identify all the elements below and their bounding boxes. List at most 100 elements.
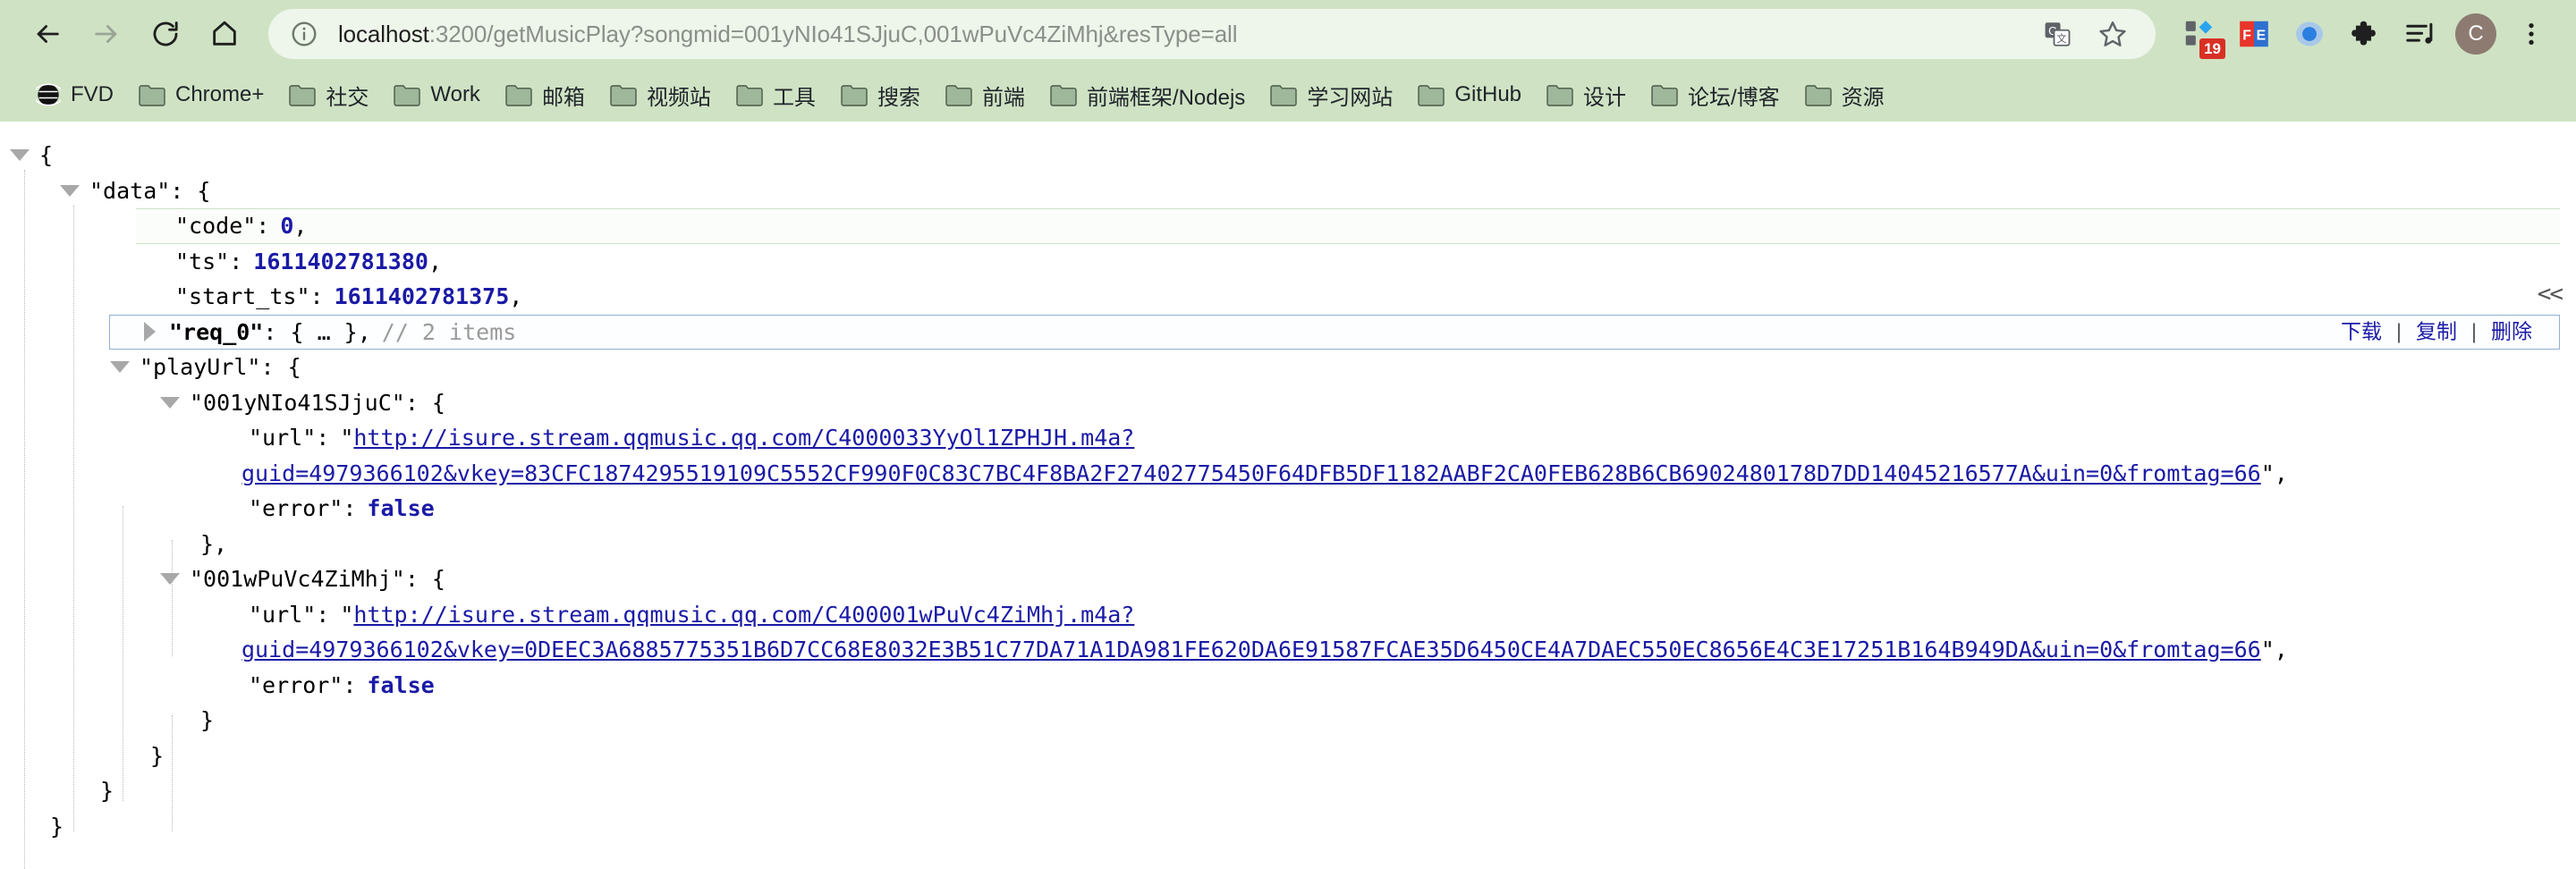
bookmark-folder-resources[interactable]: 资源 bbox=[1792, 73, 1897, 116]
folder-icon bbox=[1418, 83, 1445, 106]
json-comma: , bbox=[428, 248, 442, 274]
json-row-song-1: "001wPuVc4ZiMhj": { bbox=[0, 561, 2576, 597]
bookmark-folder-social[interactable]: 社交 bbox=[276, 73, 381, 116]
json-row-ts: "ts": 1611402781380 , bbox=[0, 244, 2576, 280]
svg-text:F: F bbox=[2242, 28, 2251, 43]
folder-icon bbox=[1651, 83, 1678, 106]
url-link-0-part1[interactable]: http://isure.stream.qqmusic.qq.com/C4000… bbox=[353, 420, 1134, 456]
address-bar[interactable]: localhost:3200/getMusicPlay?songmid=001y… bbox=[268, 9, 2156, 59]
bookmark-folder-chrome-plus[interactable]: Chrome+ bbox=[126, 73, 276, 116]
json-comma: , bbox=[509, 283, 523, 309]
url-link-1-part1[interactable]: http://isure.stream.qqmusic.qq.com/C4000… bbox=[353, 597, 1134, 633]
json-row-url-0-line2: guid=4979366102&vkey=83CFC1874295519109C… bbox=[0, 456, 2576, 492]
back-arrow-icon bbox=[32, 19, 63, 49]
svg-text:E: E bbox=[2257, 28, 2267, 43]
bookmark-label: FVD bbox=[71, 82, 114, 106]
playurl-expand-toggle[interactable] bbox=[100, 361, 140, 374]
folder-icon bbox=[841, 83, 868, 106]
bookmark-folder-frontend[interactable]: 前端 bbox=[933, 73, 1038, 116]
json-quote-open: " bbox=[340, 601, 354, 628]
reload-button[interactable] bbox=[138, 6, 193, 62]
url-link-1-part2[interactable]: guid=4979366102&vkey=0DEEC3A6885775351B6… bbox=[242, 632, 2261, 668]
url-link-0-part2[interactable]: guid=4979366102&vkey=83CFC1874295519109C… bbox=[242, 456, 2261, 492]
json-comment-req0: // 2 items bbox=[381, 318, 517, 345]
omnibox-actions: G 文 bbox=[2018, 11, 2136, 57]
json-quote-open: " bbox=[340, 425, 354, 451]
json-quote-close: ", bbox=[2260, 637, 2288, 662]
json-row-playurl-close: } bbox=[0, 738, 2576, 774]
bookmark-item-fvd[interactable]: FVD bbox=[23, 73, 126, 116]
back-button[interactable] bbox=[20, 6, 75, 62]
song-1-expand-toggle[interactable] bbox=[150, 573, 190, 586]
json-row-code[interactable]: "code": 0 , bbox=[136, 208, 2560, 244]
bookmark-label: 邮箱 bbox=[541, 85, 585, 110]
folder-icon bbox=[736, 83, 763, 106]
media-playlist-icon[interactable] bbox=[2395, 9, 2445, 59]
json-value-code: 0 bbox=[280, 213, 294, 239]
json-row-req0[interactable]: "req_0" : { … }, // 2 items 下载 | 复制 | 删除 bbox=[109, 314, 2560, 350]
extensions-grid-icon[interactable]: 19 bbox=[2174, 9, 2225, 59]
bookmark-label: GitHub bbox=[1454, 82, 1522, 106]
bookmark-folder-design[interactable]: 设计 bbox=[1534, 73, 1639, 116]
bookmark-folder-learning[interactable]: 学习网站 bbox=[1258, 73, 1405, 116]
bookmark-label: 设计 bbox=[1583, 85, 1627, 110]
delete-button[interactable]: 删除 bbox=[2477, 315, 2546, 350]
data-expand-toggle[interactable] bbox=[50, 184, 89, 197]
json-row-data-close: } bbox=[0, 773, 2576, 809]
json-row-song-0: "001yNIo41SJjuC": { bbox=[0, 385, 2576, 421]
json-row-playurl: "playUrl": { bbox=[0, 350, 2576, 385]
json-key-ts: "ts": bbox=[175, 248, 243, 274]
bookmark-folder-forum-blog[interactable]: 论坛/博客 bbox=[1639, 73, 1792, 116]
chevron-down-icon bbox=[110, 361, 130, 374]
download-button[interactable]: 下载 bbox=[2326, 315, 2396, 350]
home-button[interactable] bbox=[197, 6, 252, 62]
translate-icon[interactable]: G 文 bbox=[2034, 11, 2080, 57]
json-brace-close: } bbox=[100, 778, 114, 804]
bookmark-label: 学习网站 bbox=[1307, 85, 1394, 110]
json-tree: { "data": { "code": 0 , "ts": 1611402781… bbox=[0, 138, 2576, 844]
json-key-data: "data": { bbox=[89, 177, 211, 204]
url-host: localhost bbox=[338, 20, 429, 47]
folder-icon bbox=[139, 83, 165, 106]
json-value-error-0: false bbox=[367, 495, 435, 521]
bookmark-label: Work bbox=[430, 82, 480, 106]
json-row-song-1-close: } bbox=[0, 703, 2576, 738]
puzzle-extensions-icon[interactable] bbox=[2340, 9, 2390, 59]
song-0-expand-toggle[interactable] bbox=[150, 396, 190, 409]
three-dot-menu-icon[interactable] bbox=[2506, 9, 2556, 59]
bookmark-folder-frontend-frameworks[interactable]: 前端框架/Nodejs bbox=[1038, 73, 1258, 116]
info-circle-icon[interactable] bbox=[290, 20, 318, 48]
bookmark-folder-video[interactable]: 视频站 bbox=[597, 73, 724, 116]
profile-avatar[interactable]: C bbox=[2451, 9, 2501, 59]
bookmark-label: 前端框架/Nodejs bbox=[1086, 85, 1246, 110]
toolbar-extension-icons: 19 F E C bbox=[2174, 9, 2556, 59]
browser-toolbar: localhost:3200/getMusicPlay?songmid=001y… bbox=[0, 0, 2576, 68]
forward-button[interactable] bbox=[79, 6, 134, 62]
bookmark-label: 视频站 bbox=[646, 85, 711, 110]
req0-expand-toggle[interactable] bbox=[130, 322, 169, 342]
copy-button[interactable]: 复制 bbox=[2402, 315, 2471, 350]
star-icon[interactable] bbox=[2089, 11, 2136, 57]
blue-circle-extension-icon[interactable] bbox=[2284, 9, 2334, 59]
json-row-start-ts: "start_ts": 1611402781375 , bbox=[0, 279, 2576, 315]
folder-icon bbox=[394, 83, 421, 106]
bookmark-folder-tools[interactable]: 工具 bbox=[724, 73, 828, 116]
bookmark-label: 论坛/博客 bbox=[1688, 85, 1780, 110]
json-key-songmid-0: "001yNIo41SJjuC": { bbox=[190, 389, 445, 416]
root-expand-toggle[interactable] bbox=[0, 149, 39, 162]
bookmark-label: 社交 bbox=[326, 85, 369, 110]
row-action-buttons: 下载 | 复制 | 删除 bbox=[2326, 315, 2546, 350]
folder-icon bbox=[505, 83, 532, 106]
bookmark-folder-github[interactable]: GitHub bbox=[1405, 73, 1534, 116]
json-key-start-ts: "start_ts": bbox=[175, 283, 324, 309]
bookmark-folder-search[interactable]: 搜索 bbox=[828, 73, 933, 116]
json-key-req0: "req_0" bbox=[169, 318, 264, 345]
json-brace-close: } bbox=[150, 742, 165, 769]
bookmark-folder-work[interactable]: Work bbox=[381, 73, 493, 116]
fe-extension-icon[interactable]: F E bbox=[2229, 9, 2279, 59]
folder-icon bbox=[1804, 83, 1832, 106]
json-brace-close: } bbox=[200, 707, 215, 733]
chevron-right-icon bbox=[143, 322, 156, 342]
home-icon bbox=[209, 19, 240, 49]
bookmark-folder-mail[interactable]: 邮箱 bbox=[493, 73, 597, 116]
